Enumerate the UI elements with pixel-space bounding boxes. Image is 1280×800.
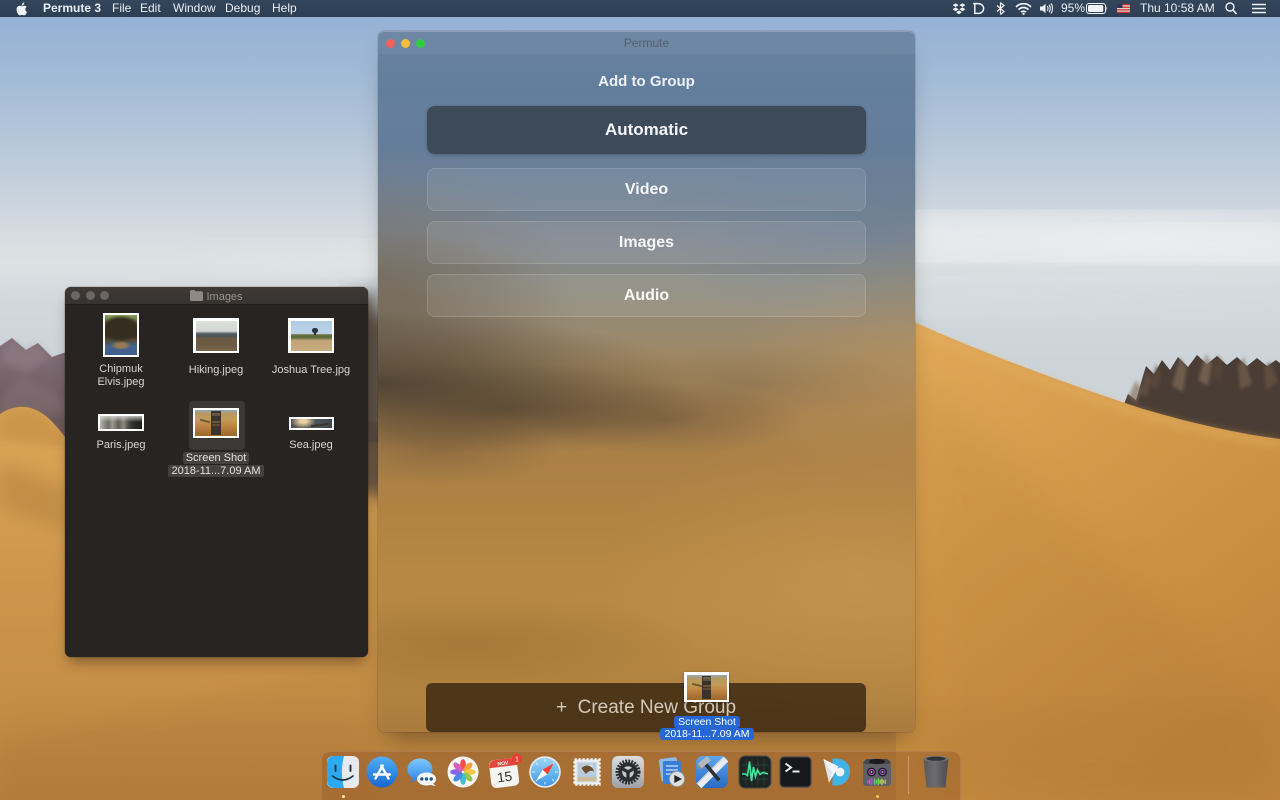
svg-text:1: 1 — [515, 756, 519, 763]
svg-text:15: 15 — [496, 769, 513, 786]
